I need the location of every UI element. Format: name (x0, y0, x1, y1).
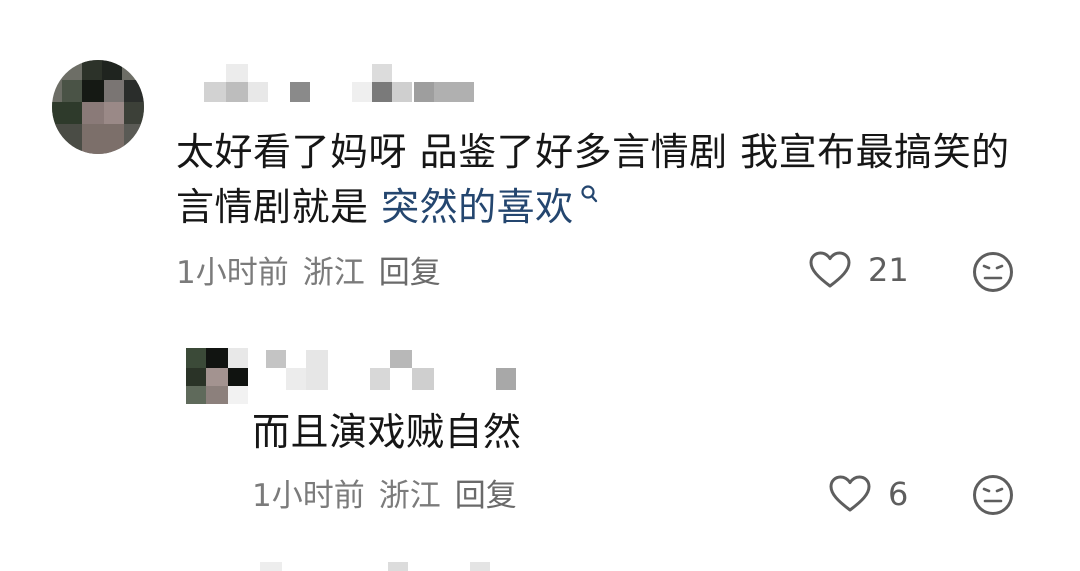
commenter-avatar[interactable] (52, 60, 144, 154)
search-icon (581, 185, 597, 203)
search-link-label: 突然的喜欢 (381, 185, 574, 229)
reply-location: 浙江 (378, 478, 441, 514)
reply-meta: 1小时前 浙江 回复 (252, 476, 531, 516)
replier-avatar[interactable] (186, 348, 248, 404)
search-link[interactable]: 突然的喜欢 (381, 185, 598, 229)
reply-time: 1小时前 (252, 478, 365, 514)
unhappy-face-icon[interactable] (972, 251, 1014, 293)
comment-meta: 1小时前 浙江 回复 (176, 253, 455, 293)
next-item-blurred (260, 562, 500, 571)
commenter-name-blurred[interactable] (204, 62, 484, 104)
replier-name-blurred[interactable] (266, 350, 536, 392)
comment-text: 太好看了妈呀 品鉴了好多言情剧 我宣布最搞笑的言情剧就是 突然的喜欢 (176, 125, 1036, 235)
like-button[interactable]: 21 (808, 250, 909, 290)
reply-button[interactable]: 回复 (455, 478, 517, 514)
heart-outline-icon (809, 251, 851, 288)
comment-location: 浙江 (302, 255, 365, 291)
reply-button[interactable]: 回复 (379, 255, 441, 291)
like-count: 6 (888, 475, 909, 513)
unhappy-face-icon[interactable] (972, 474, 1014, 516)
heart-outline-icon (829, 475, 871, 512)
reply-text: 而且演戏贼自然 (252, 410, 522, 454)
like-count: 21 (868, 251, 909, 289)
like-button[interactable]: 6 (828, 474, 908, 514)
comment-time: 1小时前 (176, 255, 289, 291)
